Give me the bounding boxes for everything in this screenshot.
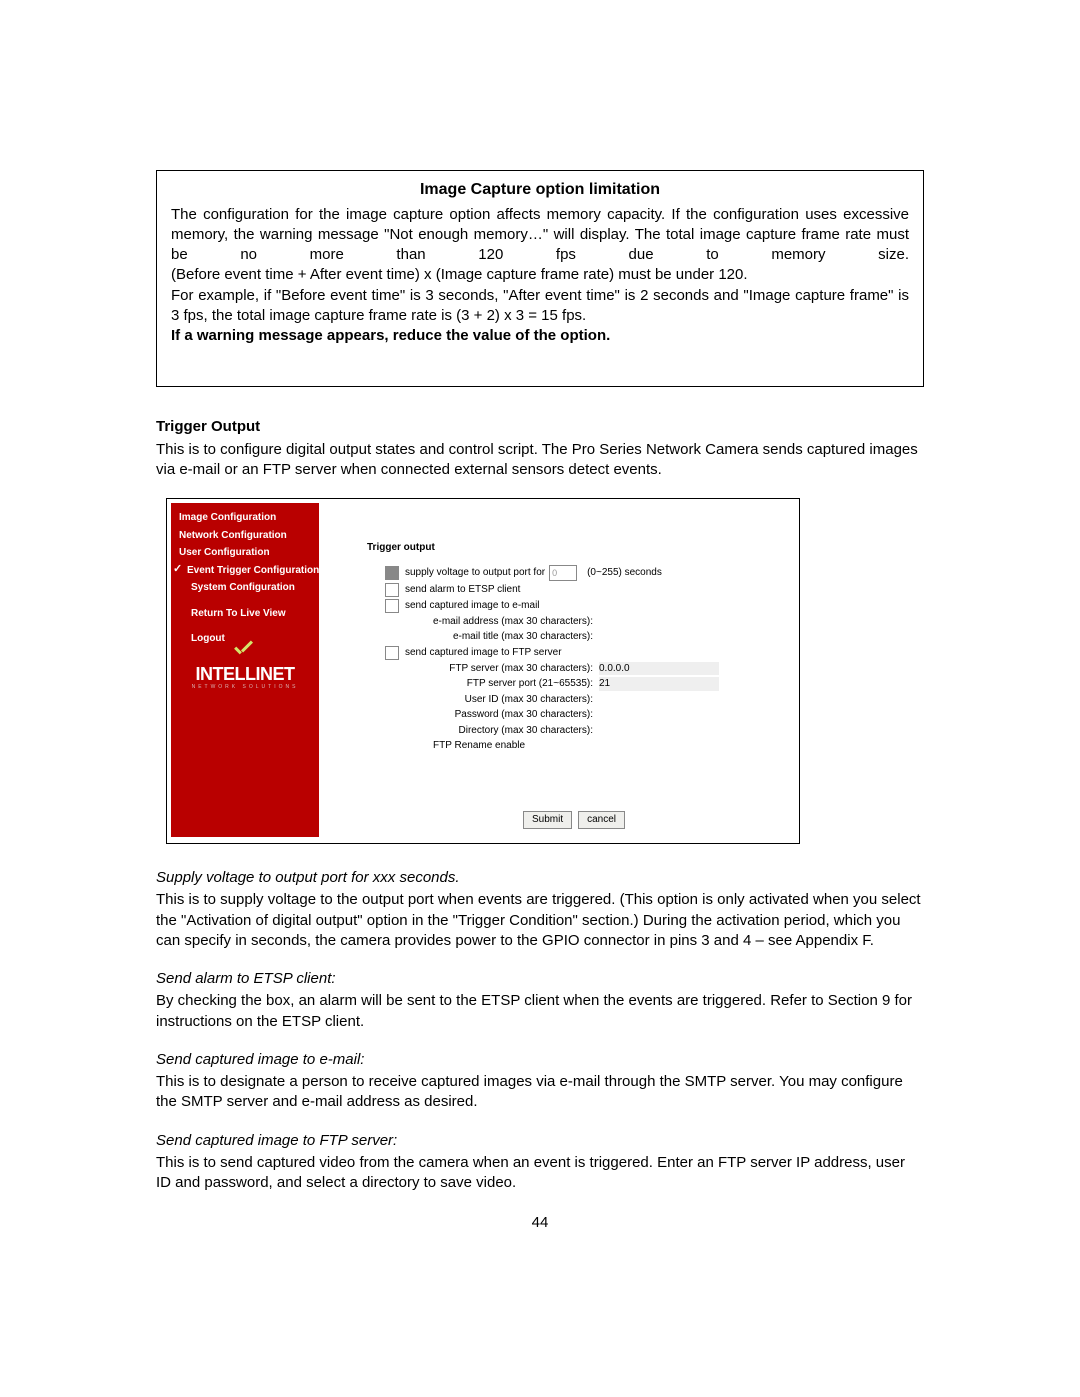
check-icon (175, 566, 183, 574)
logo-check-icon (232, 643, 258, 659)
trigger-output-heading: Trigger Output (156, 417, 924, 437)
image-capture-limitation-box: Image Capture option limitation The conf… (156, 170, 924, 387)
etsp-row: send alarm to ETSP client (367, 583, 781, 597)
panel-title: Trigger output (367, 541, 781, 555)
cap-line4: If a warning message appears, reduce the… (171, 326, 909, 346)
config-sidebar: Image Configuration Network Configuratio… (171, 503, 319, 837)
supply-voltage-row: supply voltage to output port for 0 (0~2… (367, 565, 781, 581)
etsp-checkbox[interactable] (385, 583, 399, 597)
sidebar-item-label: Return To Live View (191, 607, 286, 621)
sidebar-item-return-live[interactable]: Return To Live View (171, 605, 319, 623)
supply-voltage-label: supply voltage to output port for (405, 566, 545, 580)
ftp-server-label: FTP server (max 30 characters): (367, 662, 599, 676)
trigger-output-panel: Trigger output supply voltage to output … (367, 541, 781, 755)
ftp-user-label: User ID (max 30 characters): (367, 693, 599, 707)
trigger-output-body: This is to configure digital output stat… (156, 440, 924, 481)
sidebar-item-network-config[interactable]: Network Configuration (171, 527, 319, 545)
ftp-dir-row: Directory (max 30 characters): (367, 724, 781, 738)
desc-etsp-heading: Send alarm to ETSP client: (156, 969, 924, 989)
sidebar-item-label: User Configuration (179, 546, 270, 560)
desc-email-body: This is to designate a person to receive… (156, 1072, 924, 1113)
ftp-pass-label: Password (max 30 characters): (367, 708, 599, 722)
desc-ftp-heading: Send captured image to FTP server: (156, 1131, 924, 1151)
ftp-checkbox[interactable] (385, 646, 399, 660)
sidebar-item-system-config[interactable]: System Configuration (171, 579, 319, 597)
email-checkbox[interactable] (385, 599, 399, 613)
supply-voltage-input[interactable]: 0 (549, 565, 577, 581)
email-title-label: e-mail title (max 30 characters): (367, 630, 599, 644)
sidebar-item-label: System Configuration (191, 581, 295, 595)
sidebar-item-label: Network Configuration (179, 529, 287, 543)
ftp-pass-row: Password (max 30 characters): (367, 708, 781, 722)
ftp-row: send captured image to FTP server (367, 646, 781, 660)
desc-supply-heading: Supply voltage to output port for xxx se… (156, 868, 924, 888)
ftp-user-row: User ID (max 30 characters): (367, 693, 781, 707)
email-addr-row: e-mail address (max 30 characters): (367, 615, 781, 629)
sidebar-item-user-config[interactable]: User Configuration (171, 544, 319, 562)
email-label: send captured image to e-mail (405, 599, 540, 613)
supply-voltage-suffix: (0~255) seconds (587, 566, 662, 580)
logo-subtext: NETWORK SOLUTIONS (171, 684, 319, 691)
desc-email-heading: Send captured image to e-mail: (156, 1050, 924, 1070)
cap-box-title: Image Capture option limitation (171, 179, 909, 201)
email-addr-label: e-mail address (max 30 characters): (367, 615, 599, 629)
sidebar-item-event-trigger-config[interactable]: Event Trigger Configuration (171, 562, 319, 580)
ftp-port-row: FTP server port (21~65535): 21 (367, 677, 781, 691)
cap-line1: The configuration for the image capture … (171, 205, 909, 266)
email-title-row: e-mail title (max 30 characters): (367, 630, 781, 644)
ftp-port-input[interactable]: 21 (599, 677, 719, 691)
etsp-label: send alarm to ETSP client (405, 583, 520, 597)
desc-ftp-body: This is to send captured video from the … (156, 1153, 924, 1194)
submit-button[interactable]: Submit (523, 811, 572, 829)
desc-supply-body: This is to supply voltage to the output … (156, 890, 924, 951)
desc-etsp-body: By checking the box, an alarm will be se… (156, 991, 924, 1032)
ftp-rename-row: FTP Rename enable (367, 739, 781, 753)
cap-box-body: The configuration for the image capture … (171, 205, 909, 347)
supply-voltage-checkbox[interactable] (385, 566, 399, 580)
cancel-button[interactable]: cancel (578, 811, 625, 829)
sidebar-item-label: Image Configuration (179, 511, 276, 525)
cap-line2: (Before event time + After event time) x… (171, 265, 909, 285)
cap-line3: For example, if "Before event time" is 3… (171, 286, 909, 327)
sidebar-item-label: Event Trigger Configuration (187, 564, 319, 578)
ftp-port-label: FTP server port (21~65535): (367, 677, 599, 691)
ftp-label: send captured image to FTP server (405, 646, 562, 660)
page-number: 44 (156, 1213, 924, 1233)
ftp-dir-label: Directory (max 30 characters): (367, 724, 599, 738)
ftp-server-input[interactable]: 0.0.0.0 (599, 662, 719, 676)
ftp-server-row: FTP server (max 30 characters): 0.0.0.0 (367, 662, 781, 676)
logo-text: INTELLINET (171, 662, 319, 686)
config-ui-screenshot: Image Configuration Network Configuratio… (166, 498, 800, 844)
sidebar-item-image-config[interactable]: Image Configuration (171, 509, 319, 527)
email-row: send captured image to e-mail (367, 599, 781, 613)
ftp-rename-label: FTP Rename enable (433, 739, 525, 753)
panel-buttons: Submit cancel (367, 811, 781, 829)
logo: INTELLINET NETWORK SOLUTIONS (171, 643, 319, 691)
